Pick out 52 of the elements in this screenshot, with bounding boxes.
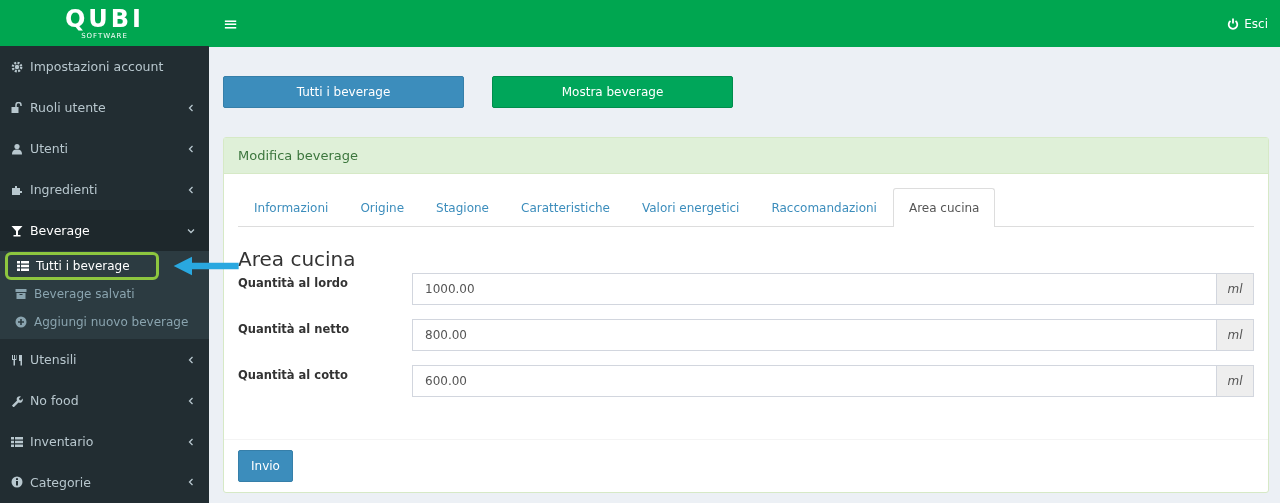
unit-addon: ml [1217,273,1254,305]
sidebar-item[interactable]: Utensili [0,339,209,381]
submenu-item[interactable]: Beverage salvati [0,280,209,309]
unlock-icon [11,101,23,114]
field-label: Quantità al cotto [238,367,349,382]
sidebar-item[interactable]: Ruoli utente [0,87,209,129]
gear-icon [11,60,23,73]
list-icon [11,435,23,448]
tab[interactable]: Caratteristiche [505,188,626,227]
input-field[interactable]: 600.00 [412,365,1217,397]
sidebar-item[interactable]: Beverage [0,210,209,252]
tab[interactable]: Informazioni [238,188,345,227]
field-label: Quantità al netto [238,321,351,336]
tab[interactable]: Raccomandazioni [755,188,893,227]
sidebar-item[interactable]: Utenti [0,128,209,170]
tab[interactable]: Origine [344,188,421,227]
submit-button[interactable]: Invio [238,450,293,482]
field-label: Quantità al lordo [238,275,349,290]
sidebar-item[interactable]: Inventario [0,421,209,462]
chevron-icon [187,226,195,235]
chevron-icon [187,396,195,405]
user-icon [11,142,23,155]
chevron-icon [187,144,195,153]
glass-icon [11,224,23,237]
cutlery-icon [11,353,23,366]
submenu-item[interactable]: Aggiungi nuovo beverage [0,308,209,337]
sidebar-item[interactable]: No food [0,380,209,422]
tab[interactable]: Stagione [420,188,505,227]
sidebar-item[interactable]: Ingredienti [0,169,209,211]
input-field[interactable]: 1000.00 [412,273,1217,305]
chevron-icon [187,185,195,194]
chevron-icon [187,103,195,112]
unit-addon: ml [1217,319,1254,351]
input-field[interactable]: 800.00 [412,319,1217,351]
puzzle-icon [11,183,23,196]
sidebar-item[interactable]: Impostazioni account [0,46,209,88]
power-icon [1227,17,1240,30]
unit-addon: ml [1217,365,1254,397]
chevron-icon [187,355,195,364]
wrench-icon [11,394,23,407]
section-title: Area cucina [238,247,357,271]
info-icon [11,476,23,489]
list-icon [17,260,29,273]
tab[interactable]: Area cucina [892,188,996,227]
tab[interactable]: Valori energetici [626,188,756,227]
action-button[interactable]: Tutti i beverage [223,76,464,108]
chevron-icon [187,478,195,487]
sidebar-item[interactable]: Categorie [0,462,209,503]
panel-title: Modifica beverage [238,148,358,163]
chevron-icon [187,437,195,446]
archive-icon [15,288,27,301]
plus-icon [15,316,27,329]
